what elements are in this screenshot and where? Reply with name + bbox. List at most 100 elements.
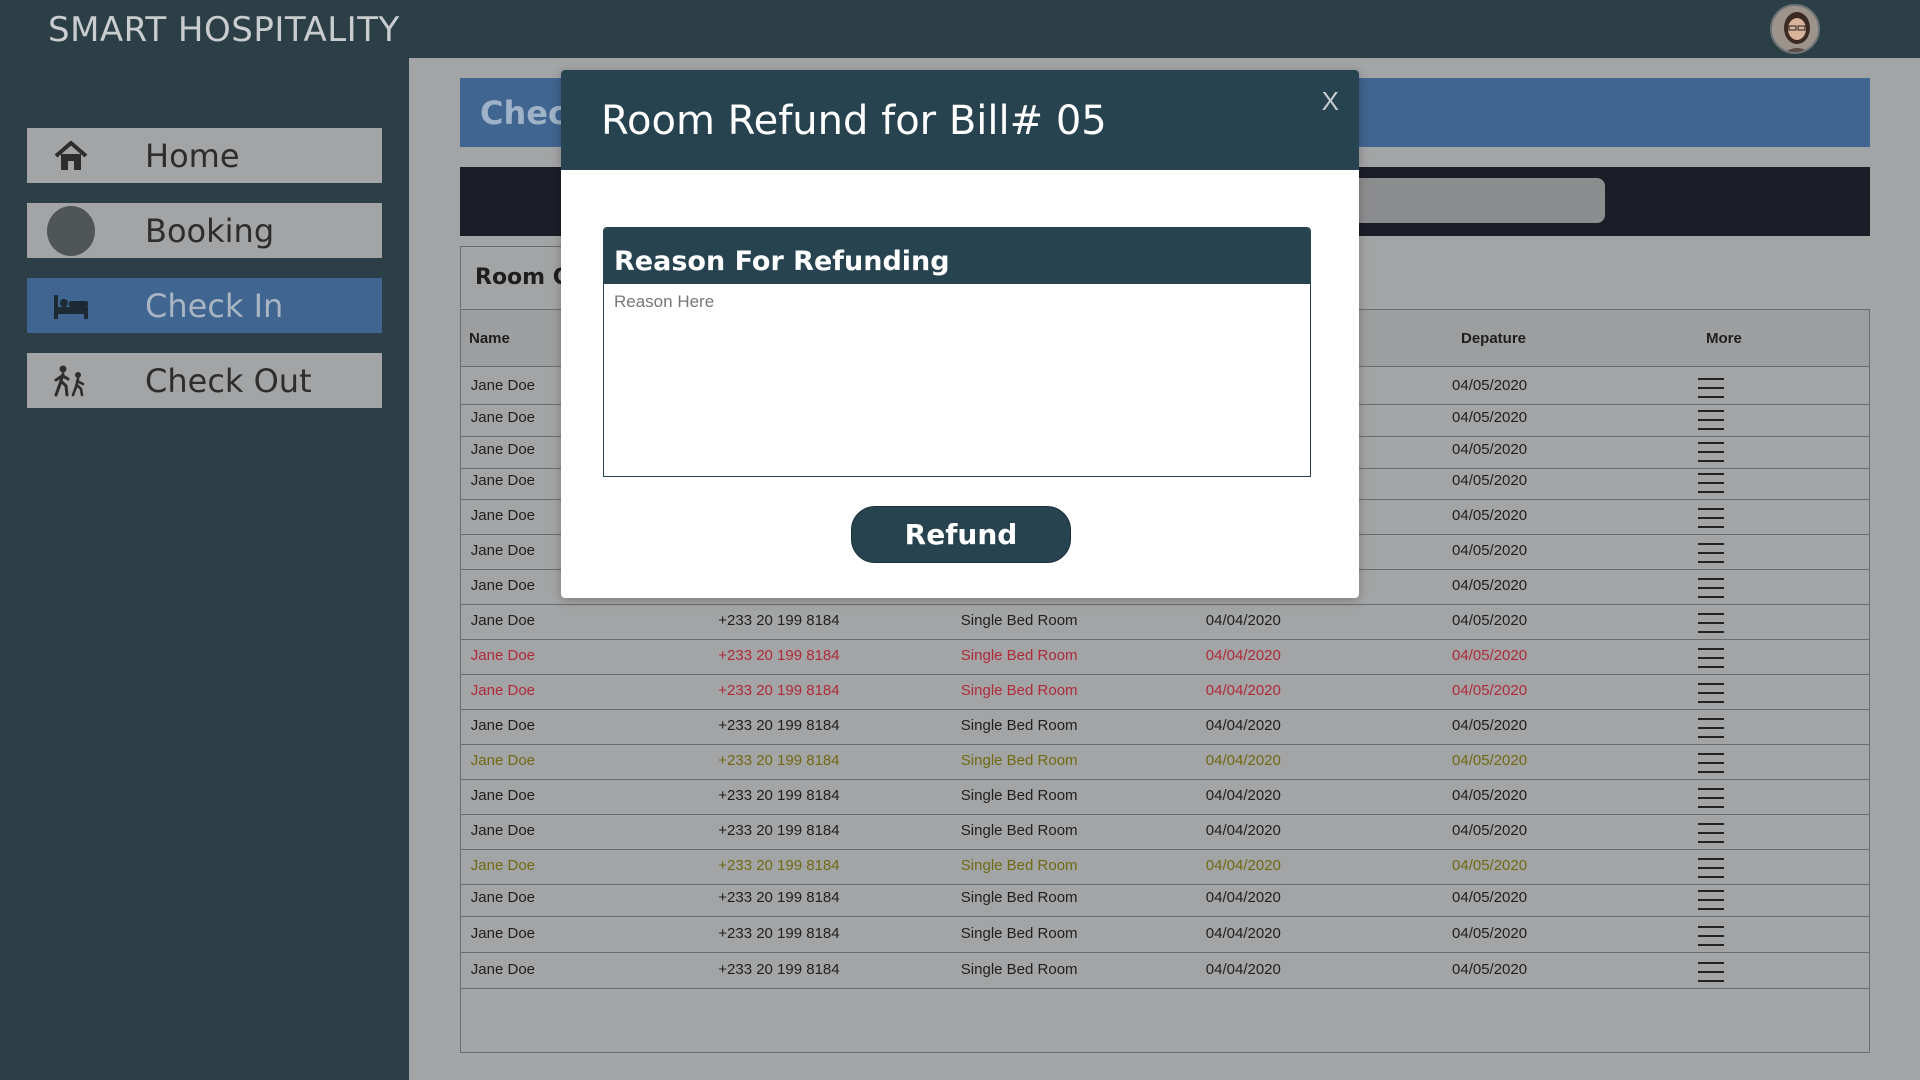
cell-departure: 04/05/2020 <box>1452 507 1528 524</box>
sidebar: Home Booking Check In Check Out <box>0 58 409 1080</box>
cell-name: Jane Doe <box>470 822 536 839</box>
cell-arrival: 04/04/2020 <box>1205 647 1281 664</box>
column-header-departure: Depature <box>1461 330 1527 347</box>
cell-departure: 04/05/2020 <box>1452 441 1528 458</box>
cell-name: Jane Doe <box>470 542 536 559</box>
cell-name: Jane Doe <box>470 682 536 699</box>
sidebar-item-label: Check In <box>145 286 284 325</box>
hamburger-menu-icon[interactable] <box>1698 718 1724 738</box>
user-avatar[interactable] <box>1770 4 1820 54</box>
hamburger-menu-icon[interactable] <box>1698 508 1724 528</box>
cell-phone: +233 20 199 8184 <box>718 961 840 978</box>
hamburger-menu-icon[interactable] <box>1698 473 1724 493</box>
cell-phone: +233 20 199 8184 <box>718 717 840 734</box>
hamburger-menu-icon[interactable] <box>1698 926 1724 946</box>
hamburger-menu-icon[interactable] <box>1698 858 1724 878</box>
cell-room-type: Single Bed Room <box>960 889 1078 906</box>
cell-departure: 04/05/2020 <box>1452 472 1528 489</box>
table-row[interactable]: Jane Doe +233 20 199 8184 Single Bed Room 0… <box>461 879 1869 917</box>
cell-departure: 04/05/2020 <box>1452 857 1528 874</box>
modal-title: Room Refund for Bill# 05 <box>601 98 1107 144</box>
cell-name: Jane Doe <box>470 409 536 426</box>
cell-name: Jane Doe <box>470 961 536 978</box>
hamburger-menu-icon[interactable] <box>1698 683 1724 703</box>
cell-name: Jane Doe <box>470 925 536 942</box>
tab-label: Room C <box>475 265 569 290</box>
page-title: Chec <box>480 94 567 132</box>
cell-departure: 04/05/2020 <box>1452 409 1528 426</box>
column-header-name: Name <box>469 330 510 347</box>
sidebar-item-home[interactable]: Home <box>27 128 382 183</box>
top-bar: SMART HOSPITALITY <box>0 0 1920 58</box>
sidebar-item-check-out[interactable]: Check Out <box>27 353 382 408</box>
hamburger-menu-icon[interactable] <box>1698 788 1724 808</box>
table-row[interactable]: Jane Doe +233 20 199 8184 Single Bed Room 0… <box>461 812 1869 850</box>
table-row[interactable]: Jane Doe +233 20 199 8184 Single Bed Room 0… <box>461 777 1869 815</box>
circle-icon <box>47 205 95 256</box>
hamburger-menu-icon[interactable] <box>1698 442 1724 462</box>
cell-name: Jane Doe <box>470 787 536 804</box>
cell-phone: +233 20 199 8184 <box>718 925 840 942</box>
refund-modal: Room Refund for Bill# 05 X Reason For Re… <box>561 70 1359 598</box>
reason-textarea[interactable] <box>604 284 1310 476</box>
cell-name: Jane Doe <box>470 717 536 734</box>
cell-room-type: Single Bed Room <box>960 612 1078 629</box>
cell-arrival: 04/04/2020 <box>1205 889 1281 906</box>
cell-name: Jane Doe <box>470 377 536 394</box>
cell-departure: 04/05/2020 <box>1452 889 1528 906</box>
cell-departure: 04/05/2020 <box>1452 925 1528 942</box>
close-icon[interactable]: X <box>1322 86 1339 117</box>
home-icon <box>47 132 95 180</box>
cell-phone: +233 20 199 8184 <box>718 822 840 839</box>
cell-room-type: Single Bed Room <box>960 925 1078 942</box>
table-row[interactable]: Jane Doe +233 20 199 8184 Single Bed Room 0… <box>461 637 1869 675</box>
reason-heading: Reason For Refunding <box>604 228 1310 284</box>
cell-phone: +233 20 199 8184 <box>718 612 840 629</box>
sidebar-item-label: Check Out <box>145 361 312 400</box>
cell-room-type: Single Bed Room <box>960 682 1078 699</box>
hamburger-menu-icon[interactable] <box>1698 578 1724 598</box>
sidebar-item-check-in[interactable]: Check In <box>27 278 382 333</box>
walking-people-icon <box>47 357 95 405</box>
hamburger-menu-icon[interactable] <box>1698 890 1724 910</box>
cell-name: Jane Doe <box>470 577 536 594</box>
bed-icon <box>47 282 95 330</box>
hamburger-menu-icon[interactable] <box>1698 543 1724 563</box>
app-brand: SMART HOSPITALITY <box>48 10 400 50</box>
cell-departure: 04/05/2020 <box>1452 682 1528 699</box>
cell-name: Jane Doe <box>470 612 536 629</box>
hamburger-menu-icon[interactable] <box>1698 648 1724 668</box>
table-row[interactable]: Jane Doe +233 20 199 8184 Single Bed Room 0… <box>461 672 1869 710</box>
cell-departure: 04/05/2020 <box>1452 647 1528 664</box>
cell-departure: 04/05/2020 <box>1452 752 1528 769</box>
hamburger-menu-icon[interactable] <box>1698 962 1724 982</box>
cell-name: Jane Doe <box>470 752 536 769</box>
cell-phone: +233 20 199 8184 <box>718 857 840 874</box>
hamburger-menu-icon[interactable] <box>1698 613 1724 633</box>
table-row[interactable]: Jane Doe +233 20 199 8184 Single Bed Room 0… <box>461 742 1869 780</box>
cell-arrival: 04/04/2020 <box>1205 925 1281 942</box>
cell-departure: 04/05/2020 <box>1452 822 1528 839</box>
cell-arrival: 04/04/2020 <box>1205 612 1281 629</box>
cell-name: Jane Doe <box>470 441 536 458</box>
cell-departure: 04/05/2020 <box>1452 787 1528 804</box>
table-row[interactable]: Jane Doe +233 20 199 8184 Single Bed Room 0… <box>461 951 1869 989</box>
table-row[interactable]: Jane Doe +233 20 199 8184 Single Bed Room 0… <box>461 602 1869 640</box>
sidebar-item-booking[interactable]: Booking <box>27 203 382 258</box>
hamburger-menu-icon[interactable] <box>1698 378 1724 398</box>
cell-name: Jane Doe <box>470 507 536 524</box>
sidebar-item-label: Home <box>145 136 240 175</box>
hamburger-menu-icon[interactable] <box>1698 410 1724 430</box>
cell-departure: 04/05/2020 <box>1452 577 1528 594</box>
cell-phone: +233 20 199 8184 <box>718 787 840 804</box>
cell-name: Jane Doe <box>470 889 536 906</box>
modal-header: Room Refund for Bill# 05 X <box>561 70 1359 170</box>
table-row[interactable]: Jane Doe +233 20 199 8184 Single Bed Room 0… <box>461 915 1869 953</box>
cell-room-type: Single Bed Room <box>960 857 1078 874</box>
hamburger-menu-icon[interactable] <box>1698 823 1724 843</box>
cell-name: Jane Doe <box>470 857 536 874</box>
hamburger-menu-icon[interactable] <box>1698 753 1724 773</box>
cell-departure: 04/05/2020 <box>1452 612 1528 629</box>
refund-button[interactable]: Refund <box>851 506 1071 563</box>
table-row[interactable]: Jane Doe +233 20 199 8184 Single Bed Room 0… <box>461 707 1869 745</box>
